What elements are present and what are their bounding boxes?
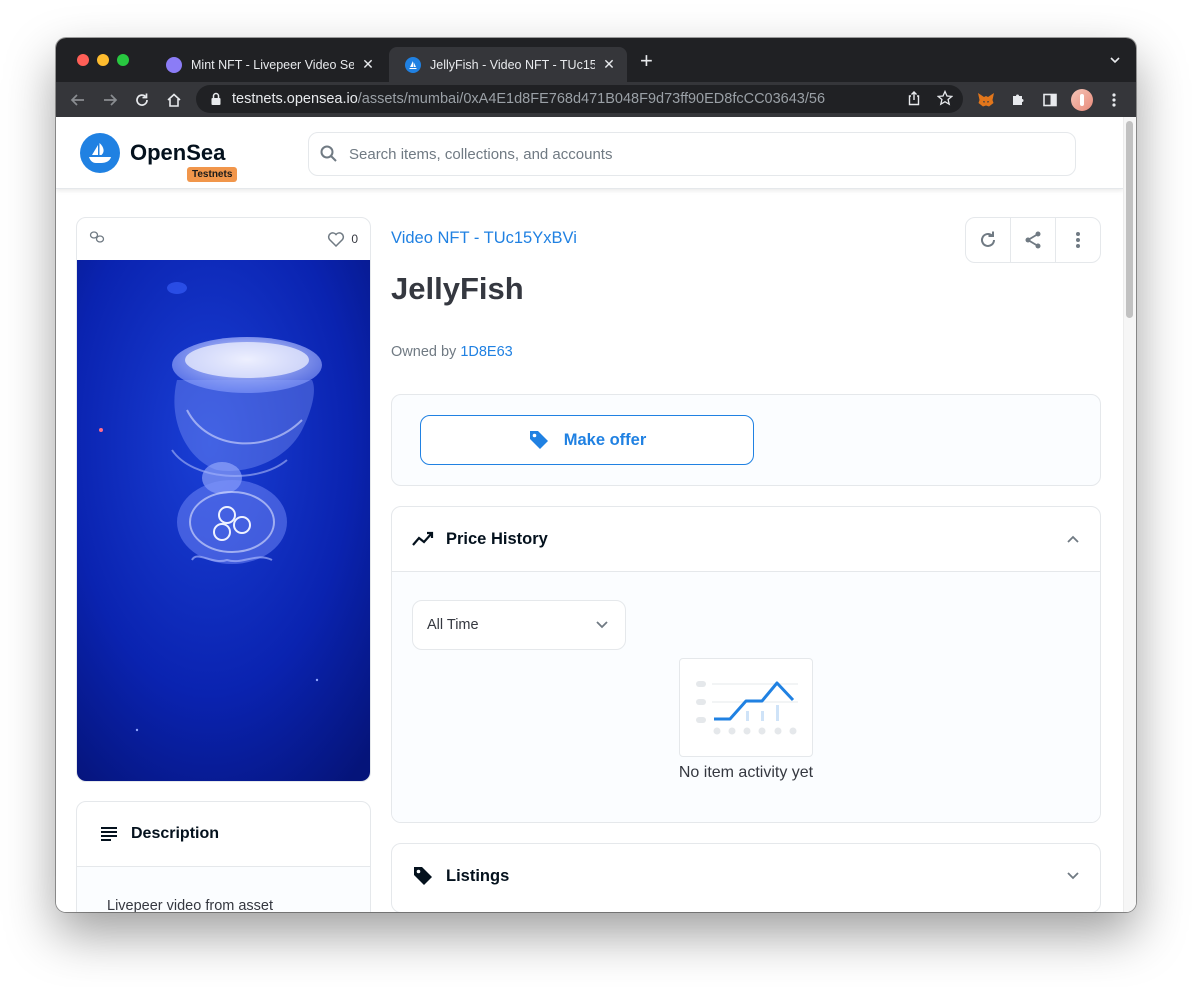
- refresh-icon: [981, 231, 995, 247]
- minimize-window-button[interactable]: [97, 54, 109, 66]
- tag-icon: [414, 867, 432, 885]
- collection-link[interactable]: Video NFT - TUc15YxBVi: [391, 229, 577, 248]
- forward-arrow-icon[interactable]: [98, 88, 122, 112]
- make-offer-label: Make offer: [563, 430, 647, 449]
- side-panel-icon[interactable]: [1038, 88, 1062, 112]
- close-tab-icon[interactable]: ✕: [601, 56, 617, 73]
- price-history-title: Price History: [446, 529, 548, 548]
- livepeer-favicon-icon: [166, 56, 182, 73]
- jellyfish-video-image[interactable]: [77, 260, 370, 781]
- time-range-value: All Time: [427, 617, 479, 633]
- url-host: testnets.opensea.io: [232, 91, 358, 107]
- browser-toolbar: testnets.opensea.io/assets/mumbai/0xA4E1…: [56, 82, 1136, 117]
- home-icon[interactable]: [162, 88, 186, 112]
- opensea-logo-icon[interactable]: [80, 133, 120, 173]
- address-bar[interactable]: testnets.opensea.io/assets/mumbai/0xA4E1…: [196, 85, 963, 113]
- page-scrollbar[interactable]: [1123, 117, 1136, 912]
- browser-window: Mint NFT - Livepeer Video Serv ✕ JellyFi…: [56, 38, 1136, 912]
- tab-strip: Mint NFT - Livepeer Video Serv ✕ JellyFi…: [56, 38, 1136, 82]
- more-options-button[interactable]: [1056, 218, 1100, 262]
- share-button[interactable]: [1011, 218, 1056, 262]
- chevron-down-icon[interactable]: [1066, 871, 1080, 881]
- listings-header[interactable]: Listings: [392, 844, 1100, 908]
- media-card-header: 0: [77, 218, 370, 260]
- description-title: Description: [131, 825, 220, 842]
- search-placeholder: Search items, collections, and accounts: [349, 145, 613, 163]
- browser-menu-icon[interactable]: [1102, 88, 1126, 112]
- share-page-icon[interactable]: [907, 91, 921, 110]
- web-page: OpenSea Testnets Search items, collectio…: [56, 117, 1136, 912]
- url-path: /assets/mumbai/0xA4E1d8FE768d471B048F9d7…: [357, 91, 826, 107]
- browser-tab-mint-nft[interactable]: Mint NFT - Livepeer Video Serv ✕: [150, 47, 386, 82]
- description-text: Livepeer video from asset: [77, 867, 370, 912]
- asset-actions: [965, 217, 1101, 263]
- trend-line-icon: [412, 531, 434, 546]
- chevron-down-icon: [596, 621, 608, 629]
- lock-icon: [211, 92, 221, 105]
- make-offer-button[interactable]: Make offer: [420, 415, 754, 465]
- share-icon: [1025, 231, 1041, 249]
- tab-search-chevron-icon[interactable]: [1108, 53, 1122, 72]
- metamask-fox-icon[interactable]: [974, 88, 998, 112]
- testnets-badge: Testnets: [187, 167, 238, 182]
- tab-title: JellyFish - Video NFT - TUc15Y: [430, 57, 595, 72]
- listings-title: Listings: [446, 866, 510, 885]
- price-history-header[interactable]: Price History: [392, 507, 1100, 571]
- opensea-favicon-icon: [405, 56, 421, 73]
- price-history-panel: Price History All Time No item activity …: [391, 506, 1101, 823]
- text-lines-icon: [101, 827, 117, 841]
- heart-icon: [328, 232, 345, 247]
- browser-tab-jellyfish[interactable]: JellyFish - Video NFT - TUc15Y ✕: [389, 47, 627, 82]
- owner-link[interactable]: 1D8E63: [460, 344, 512, 360]
- back-arrow-icon[interactable]: [66, 88, 90, 112]
- search-input[interactable]: Search items, collections, and accounts: [308, 132, 1076, 176]
- item-title: JellyFish: [391, 271, 524, 306]
- price-history-body: All Time No item activity yet: [392, 571, 1100, 822]
- more-vertical-icon: [1076, 232, 1080, 248]
- no-activity-message: No item activity yet: [678, 764, 814, 781]
- asset-media-card: 0: [76, 217, 371, 782]
- description-panel: Description Livepeer video from asset: [76, 801, 371, 912]
- tab-title: Mint NFT - Livepeer Video Serv: [191, 57, 354, 72]
- favorite-count: 0: [351, 232, 358, 246]
- search-icon: [319, 144, 339, 168]
- description-header[interactable]: Description: [77, 802, 370, 867]
- chevron-up-icon[interactable]: [1066, 534, 1080, 544]
- refresh-metadata-button[interactable]: [966, 218, 1011, 262]
- reload-icon[interactable]: [130, 88, 154, 112]
- close-tab-icon[interactable]: ✕: [360, 56, 376, 73]
- close-window-button[interactable]: [77, 54, 89, 66]
- chain-link-icon: [89, 230, 105, 249]
- trade-panel: Make offer: [391, 394, 1101, 486]
- bookmark-star-icon[interactable]: [936, 89, 954, 110]
- owner-line: Owned by 1D8E63: [391, 344, 513, 360]
- empty-chart-illustration: [679, 658, 813, 757]
- maximize-window-button[interactable]: [117, 54, 129, 66]
- favorite-button[interactable]: 0: [327, 231, 358, 247]
- profile-avatar[interactable]: [1070, 88, 1094, 112]
- listings-panel: Listings: [391, 843, 1101, 912]
- tag-icon: [529, 431, 548, 449]
- scrollbar-thumb[interactable]: [1126, 121, 1133, 318]
- new-tab-button[interactable]: +: [640, 50, 653, 72]
- site-header: OpenSea Testnets Search items, collectio…: [56, 117, 1123, 189]
- extensions-puzzle-icon[interactable]: [1006, 88, 1030, 112]
- opensea-wordmark[interactable]: OpenSea: [130, 140, 225, 166]
- time-range-select[interactable]: All Time: [412, 600, 626, 650]
- owned-by-label: Owned by: [391, 344, 461, 360]
